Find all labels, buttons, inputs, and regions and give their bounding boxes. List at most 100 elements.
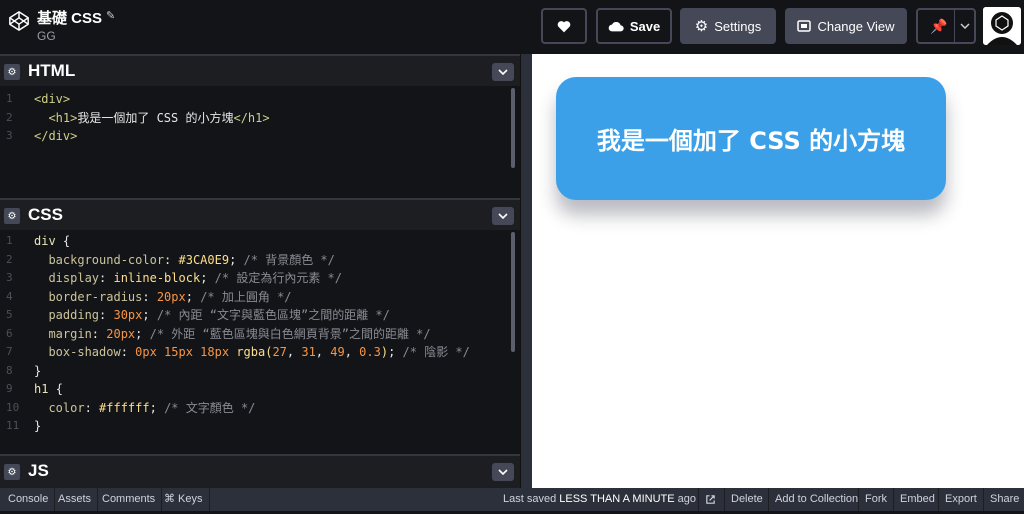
code-token: , bbox=[344, 345, 360, 359]
author-name[interactable]: GG bbox=[37, 29, 56, 43]
css-code-editor[interactable]: 1 div {2 background-color: #3CA0E9; /* 背景… bbox=[0, 230, 520, 454]
code-text: <h1>我是一個加了 CSS 的小方塊</h1> bbox=[34, 109, 269, 128]
code-text: margin: 20px; /* 外距 “藍色區塊與白色網頁背景”之間的距離 *… bbox=[34, 325, 431, 344]
avatar-image bbox=[983, 7, 1021, 45]
code-token: </div> bbox=[34, 129, 78, 143]
code-token: } bbox=[34, 419, 42, 433]
pin-button[interactable]: 📌 bbox=[916, 8, 976, 44]
code-token: 27 bbox=[272, 345, 287, 359]
js-collapse-button[interactable] bbox=[492, 463, 514, 481]
css-settings-gear-icon[interactable]: ⚙ bbox=[4, 208, 20, 224]
code-line[interactable]: 3 display: inline-block; /* 設定為行內元素 */ bbox=[0, 269, 520, 288]
code-token: 31 bbox=[301, 345, 316, 359]
code-token: div bbox=[34, 234, 63, 248]
export-button[interactable]: Export bbox=[938, 488, 983, 511]
external-link-icon bbox=[706, 495, 715, 504]
cloud-icon bbox=[608, 22, 624, 32]
pin-dropdown-chevron-icon[interactable] bbox=[954, 10, 974, 42]
user-avatar[interactable] bbox=[983, 7, 1021, 45]
line-number: 6 bbox=[6, 326, 13, 340]
code-token: /* 外距 “藍色區塊與白色網頁背景”之間的距離 */ bbox=[149, 326, 431, 341]
code-text: h1 { bbox=[34, 380, 63, 399]
line-number: 10 bbox=[6, 400, 20, 414]
pin-icon: 📌 bbox=[930, 17, 948, 34]
code-text: } bbox=[34, 362, 41, 381]
chevron-down-icon bbox=[498, 213, 508, 219]
line-number: 8 bbox=[6, 363, 13, 377]
fork-button[interactable]: Fork bbox=[858, 488, 893, 511]
assets-button[interactable]: Assets bbox=[52, 488, 99, 511]
line-number: 3 bbox=[6, 129, 13, 142]
delete-button[interactable]: Delete bbox=[724, 488, 769, 511]
code-token: inline-block bbox=[113, 271, 201, 285]
code-line[interactable]: 8} bbox=[0, 362, 520, 381]
chevron-down-icon bbox=[498, 69, 508, 75]
code-token: 30px bbox=[113, 308, 143, 322]
line-number: 11 bbox=[6, 419, 20, 432]
html-collapse-button[interactable] bbox=[492, 63, 514, 81]
code-token: /* 設定為行內元素 */ bbox=[214, 271, 342, 285]
code-line[interactable]: 6 margin: 20px; /* 外距 “藍色區塊與白色網頁背景”之間的距離… bbox=[0, 325, 520, 344]
code-line[interactable]: 9 h1 { bbox=[0, 380, 520, 399]
code-token: /* 內距 “文字與藍色區塊”之間的距離 */ bbox=[156, 308, 390, 322]
code-line[interactable]: 5 padding: 30px; /* 內距 “文字與藍色區塊”之間的距離 */ bbox=[0, 306, 520, 325]
last-saved-suffix: ago bbox=[677, 493, 697, 505]
add-to-collection-button[interactable]: Add to Collection bbox=[768, 488, 864, 511]
settings-button[interactable]: ⚙ Settings bbox=[680, 8, 776, 44]
code-line[interactable]: 2 <h1>我是一個加了 CSS 的小方塊</h1> bbox=[0, 109, 520, 128]
code-token: /* 陰影 */ bbox=[402, 345, 470, 359]
code-token: ; bbox=[200, 271, 215, 285]
code-token: ; bbox=[388, 345, 403, 359]
console-button[interactable]: Console bbox=[2, 488, 56, 511]
change-view-button[interactable]: Change View bbox=[785, 8, 907, 44]
code-line[interactable]: 1 div { bbox=[0, 232, 520, 251]
code-token: : bbox=[84, 400, 100, 415]
code-token: margin bbox=[34, 326, 92, 341]
code-token: 49 bbox=[330, 345, 345, 359]
save-label: Save bbox=[629, 18, 661, 34]
change-view-label: Change View bbox=[817, 18, 895, 34]
html-settings-gear-icon[interactable]: ⚙ bbox=[4, 64, 20, 80]
save-button[interactable]: Save bbox=[596, 8, 672, 44]
code-line[interactable]: 10 color: #ffffff; /* 文字顏色 */ bbox=[0, 399, 520, 418]
code-token: : bbox=[99, 308, 114, 322]
edit-pencil-icon[interactable]: ✎ bbox=[106, 9, 115, 22]
code-line[interactable]: 2 background-color: #3CA0E9; /* 背景顏色 */ bbox=[0, 251, 520, 270]
code-text: display: inline-block; /* 設定為行內元素 */ bbox=[34, 269, 342, 288]
heart-button[interactable] bbox=[541, 8, 587, 44]
bottom-bar: Console Assets Comments ⌘ Keys Last save… bbox=[0, 488, 1024, 511]
line-number: 5 bbox=[6, 308, 13, 321]
code-line[interactable]: 3 </div> bbox=[0, 127, 520, 146]
js-panel-header: ⚙ JS bbox=[0, 454, 520, 488]
code-token: 0.3 bbox=[359, 345, 381, 359]
comments-button[interactable]: Comments bbox=[96, 488, 163, 511]
share-button[interactable]: Share bbox=[983, 488, 1024, 511]
embed-button[interactable]: Embed bbox=[893, 488, 941, 511]
codepen-logo-icon[interactable] bbox=[8, 10, 30, 32]
code-token: ; bbox=[185, 289, 201, 304]
code-token: 我是一個加了 CSS 的小方塊 bbox=[77, 110, 234, 125]
code-line[interactable]: 7 box-shadow: 0px 15px 18px rgba(27, 31,… bbox=[0, 343, 520, 362]
view-icon bbox=[797, 20, 812, 32]
code-line[interactable]: 4 border-radius: 20px; /* 加上圓角 */ bbox=[0, 288, 520, 307]
keys-button[interactable]: ⌘ Keys bbox=[158, 488, 210, 511]
code-token: : bbox=[164, 252, 179, 267]
gear-icon: ⚙ bbox=[694, 18, 709, 35]
html-panel-label: HTML bbox=[28, 61, 76, 80]
html-code-editor[interactable]: 1 <div> 2 <h1>我是一個加了 CSS 的小方塊</h1> 3 </div> bbox=[0, 86, 520, 198]
pen-title[interactable]: 基礎 CSS bbox=[37, 7, 102, 28]
code-line[interactable]: 1 <div> bbox=[0, 90, 520, 109]
line-number: 3 bbox=[6, 271, 13, 284]
js-panel-label: JS bbox=[28, 461, 49, 480]
code-line[interactable]: 11} bbox=[0, 417, 520, 436]
js-settings-gear-icon[interactable]: ⚙ bbox=[4, 464, 20, 480]
open-external-button[interactable] bbox=[698, 488, 722, 511]
code-token: : bbox=[99, 271, 114, 285]
resize-divider[interactable] bbox=[520, 54, 532, 488]
code-token: ; bbox=[149, 400, 165, 415]
code-token: /* 加上圓角 */ bbox=[200, 289, 292, 304]
code-text: background-color: #3CA0E9; /* 背景顏色 */ bbox=[34, 251, 334, 270]
top-bar: 基礎 CSS ✎ GG Save ⚙ Settings Change View … bbox=[0, 0, 1024, 54]
css-collapse-button[interactable] bbox=[492, 207, 514, 225]
